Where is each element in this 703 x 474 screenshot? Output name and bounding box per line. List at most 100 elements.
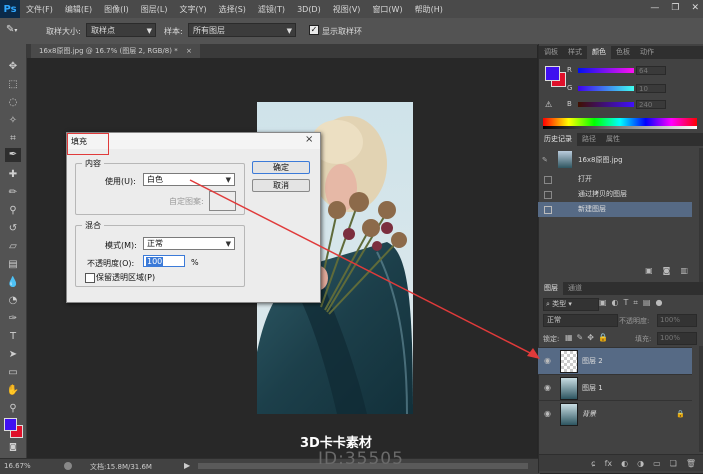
zoom-tool-icon[interactable]: ⚲ [5,402,21,416]
marquee-tool-icon[interactable]: ⬚ [5,78,21,92]
crop-tool-icon[interactable]: ⌗ [5,132,21,146]
info-icon[interactable] [64,462,72,470]
trash-icon[interactable]: 🗑 [686,455,696,471]
hand-tool-icon[interactable]: ✋ [5,384,21,398]
snapshot-camera-icon[interactable]: ◙ [663,266,671,280]
tab-actions[interactable]: 动作 [635,46,659,59]
blur-tool-icon[interactable]: 💧 [5,276,21,290]
healing-brush-tool-icon[interactable]: ✚ [5,168,21,182]
sample-select[interactable]: 所有图层 ▼ [188,23,296,37]
new-group-icon[interactable]: ▭ [653,455,661,471]
channel-g-slider[interactable] [578,86,634,91]
opacity-field[interactable]: 100% [657,314,697,327]
history-brush-tool-icon[interactable]: ↺ [5,222,21,236]
history-brush-icon[interactable]: ✎ [542,149,548,171]
fill-field[interactable]: 100% [657,332,697,345]
ok-button[interactable]: 确定 [252,161,310,174]
tab-channels[interactable]: 通道 [563,282,587,295]
menu-3d[interactable]: 3D(D) [291,5,327,14]
tab-adjust[interactable]: 调板 [539,46,563,59]
visibility-eye-icon[interactable]: ◉ [544,409,551,418]
restore-icon[interactable]: ❐ [671,3,679,13]
minimize-icon[interactable]: — [650,3,659,13]
show-ring-checkbox[interactable]: ✓ [309,25,319,35]
new-document-icon[interactable]: ▣ [645,266,653,280]
visibility-eye-icon[interactable]: ◉ [544,383,551,392]
layer-row[interactable]: ◉ 图层 1 [538,374,692,401]
close-icon[interactable]: ✕ [691,3,699,13]
channel-b-value[interactable]: 240 [636,100,666,109]
fx-icon[interactable]: fx [605,455,613,471]
eyedropper-tool-icon[interactable]: ✒ [5,148,21,162]
menu-file[interactable]: 文件(F) [20,4,59,15]
menu-window[interactable]: 窗口(W) [366,4,408,15]
clone-stamp-tool-icon[interactable]: ⚲ [5,204,21,218]
type-tool-icon[interactable]: T [5,330,21,344]
channel-r-value[interactable]: 64 [636,66,666,75]
layer-row[interactable]: ◉ 背景 🔒 [538,400,692,427]
eraser-tool-icon[interactable]: ▱ [5,240,21,254]
adjustment-layer-icon[interactable]: ◑ [637,455,644,471]
grayscale-bar[interactable] [543,126,697,129]
tab-history[interactable]: 历史记录 [539,133,577,146]
tab-properties[interactable]: 属性 [601,133,625,146]
tab-styles[interactable]: 样式 [563,46,587,59]
foreground-color-swatch[interactable] [4,418,17,431]
tab-swatches[interactable]: 色板 [611,46,635,59]
use-select[interactable]: 白色 ▼ [143,173,235,186]
menu-help[interactable]: 帮助(H) [409,4,449,15]
menu-filter[interactable]: 滤镜(T) [252,4,291,15]
history-scrollbar[interactable] [699,148,703,288]
layer-name[interactable]: 图层 1 [582,375,603,401]
history-snapshot[interactable]: ✎ 16x8原图.jpg [538,149,692,171]
dialog-close-icon[interactable]: × [305,134,313,145]
menu-type[interactable]: 文字(Y) [173,4,212,15]
status-expand-icon[interactable]: ▶ [184,461,190,470]
pen-tool-icon[interactable]: ✑ [5,312,21,326]
brush-tool-icon[interactable]: ✏ [5,186,21,200]
layer-filter-icons[interactable]: ▣◐T⌗▤● [599,298,699,309]
preserve-transparency-checkbox[interactable] [85,273,95,283]
menu-select[interactable]: 选择(S) [213,4,252,15]
blend-mode-select[interactable]: 正常 [543,314,618,327]
quick-mask-icon[interactable]: ◙ [5,440,21,454]
channel-g-value[interactable]: 10 [636,84,666,93]
dodge-tool-icon[interactable]: ◔ [5,294,21,308]
eyedropper-preset-icon[interactable]: ✎▾ [6,24,28,38]
move-tool-icon[interactable]: ✥ [5,60,21,74]
menu-view[interactable]: 视图(V) [327,4,367,15]
shape-tool-icon[interactable]: ▭ [5,366,21,380]
quick-select-tool-icon[interactable]: ✧ [5,114,21,128]
link-layers-icon[interactable]: ɕ [591,455,595,471]
opacity-input[interactable]: 100 [143,255,185,267]
gradient-tool-icon[interactable]: ▤ [5,258,21,272]
layer-row-selected[interactable]: ◉ 图层 2 [538,347,692,374]
panel-foreground-swatch[interactable] [545,66,560,81]
zoom-level[interactable]: 16.67% [4,462,31,470]
trash-icon[interactable]: ▥ [680,266,688,280]
mask-icon[interactable]: ◐ [621,455,628,471]
gamut-warning-icon[interactable]: ⚠ [545,100,552,109]
color-spectrum-bar[interactable] [543,118,697,126]
close-tab-icon[interactable]: × [186,47,192,55]
menu-layer[interactable]: 图层(L) [135,4,174,15]
tab-paths[interactable]: 路径 [577,133,601,146]
layer-name[interactable]: 背景 [582,401,596,427]
mode-select[interactable]: 正常 ▼ [143,237,235,250]
tab-layers[interactable]: 图层 [539,282,563,295]
cancel-button[interactable]: 取消 [252,179,310,192]
layers-scrollbar[interactable] [699,346,703,452]
channel-b-slider[interactable] [578,102,634,107]
history-step-current[interactable]: 新建图层 [538,202,692,217]
document-tab[interactable]: 16x8原图.jpg @ 16.7% (图层 2, RGB/8) * × [31,44,200,58]
tab-color[interactable]: 颜色 [587,46,611,59]
channel-r-slider[interactable] [578,68,634,73]
history-step[interactable]: 通过拷贝的图层 [538,187,692,202]
path-select-tool-icon[interactable]: ➤ [5,348,21,362]
lasso-tool-icon[interactable]: ◌ [5,96,21,110]
history-step[interactable]: 打开 [538,172,692,187]
visibility-eye-icon[interactable]: ◉ [544,356,551,365]
sample-size-select[interactable]: 取样点 ▼ [86,23,156,37]
layer-filter-select[interactable]: ⌕ 类型 ▾ [543,298,599,311]
layer-name[interactable]: 图层 2 [582,348,603,374]
